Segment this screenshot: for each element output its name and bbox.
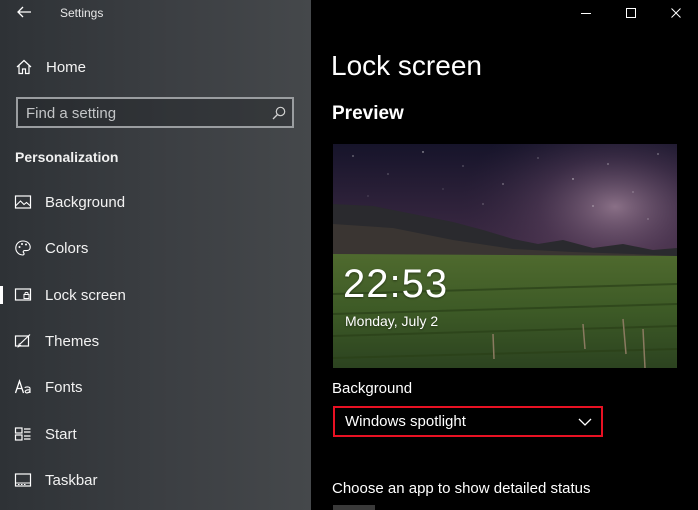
sidebar-item-start[interactable]: Start — [0, 416, 311, 452]
close-button[interactable] — [653, 0, 698, 26]
sidebar-item-taskbar[interactable]: Taskbar — [0, 462, 311, 498]
titlebar-left: Settings — [0, 0, 311, 26]
picture-icon — [14, 195, 32, 209]
home-icon — [16, 59, 32, 75]
start-icon — [14, 427, 31, 441]
preview-time: 22:53 — [343, 262, 449, 306]
sidebar-item-label: Taskbar — [45, 472, 98, 489]
app-title: Settings — [60, 6, 104, 20]
main-content: Lock screen Preview 22:53 Monday, July 2… — [311, 0, 698, 510]
sidebar-item-label: Themes — [45, 333, 100, 350]
maximize-button[interactable] — [608, 0, 653, 26]
background-dropdown[interactable]: Windows spotlight — [333, 406, 603, 437]
search-box[interactable] — [16, 97, 294, 128]
close-icon — [670, 8, 681, 18]
minimize-button[interactable] — [563, 0, 608, 26]
lock-screen-icon — [14, 288, 32, 301]
themes-icon — [14, 334, 31, 348]
detailed-status-label: Choose an app to show detailed status — [332, 480, 591, 497]
taskbar-icon — [14, 473, 32, 487]
sidebar: Settings Home Personalization Background… — [0, 0, 311, 510]
selection-indicator — [0, 286, 3, 304]
palette-icon — [15, 240, 31, 256]
preview-image — [333, 144, 677, 368]
section-title: Personalization — [15, 149, 119, 165]
search-input[interactable] — [26, 103, 266, 123]
preview-date: Monday, July 2 — [345, 313, 439, 329]
sidebar-item-label: Colors — [45, 240, 89, 257]
sidebar-item-label: Start — [45, 426, 77, 443]
sidebar-item-themes[interactable]: Themes — [0, 323, 311, 359]
sidebar-item-fonts[interactable]: Fonts — [0, 369, 311, 405]
preview-heading: Preview — [332, 103, 404, 124]
sidebar-item-colors[interactable]: Colors — [0, 230, 311, 266]
detailed-status-app-button[interactable] — [333, 505, 375, 510]
window-controls — [563, 0, 698, 26]
maximize-icon — [625, 8, 636, 18]
background-dropdown-value: Windows spotlight — [345, 413, 466, 430]
search-icon[interactable] — [271, 105, 287, 121]
lock-screen-preview: 22:53 Monday, July 2 — [333, 144, 677, 368]
page-title: Lock screen — [331, 50, 482, 81]
minimize-icon — [580, 13, 591, 14]
chevron-down-icon — [578, 418, 592, 426]
home-label: Home — [46, 59, 87, 76]
back-arrow-icon[interactable] — [14, 3, 34, 21]
sidebar-item-background[interactable]: Background — [0, 184, 311, 220]
sidebar-item-label: Lock screen — [45, 287, 126, 304]
background-label: Background — [332, 380, 413, 397]
nav-home[interactable]: Home — [0, 52, 311, 82]
sidebar-item-label: Background — [45, 194, 126, 211]
fonts-icon — [14, 378, 31, 394]
sidebar-item-lock-screen[interactable]: Lock screen — [0, 277, 311, 313]
sidebar-item-label: Fonts — [45, 379, 83, 396]
